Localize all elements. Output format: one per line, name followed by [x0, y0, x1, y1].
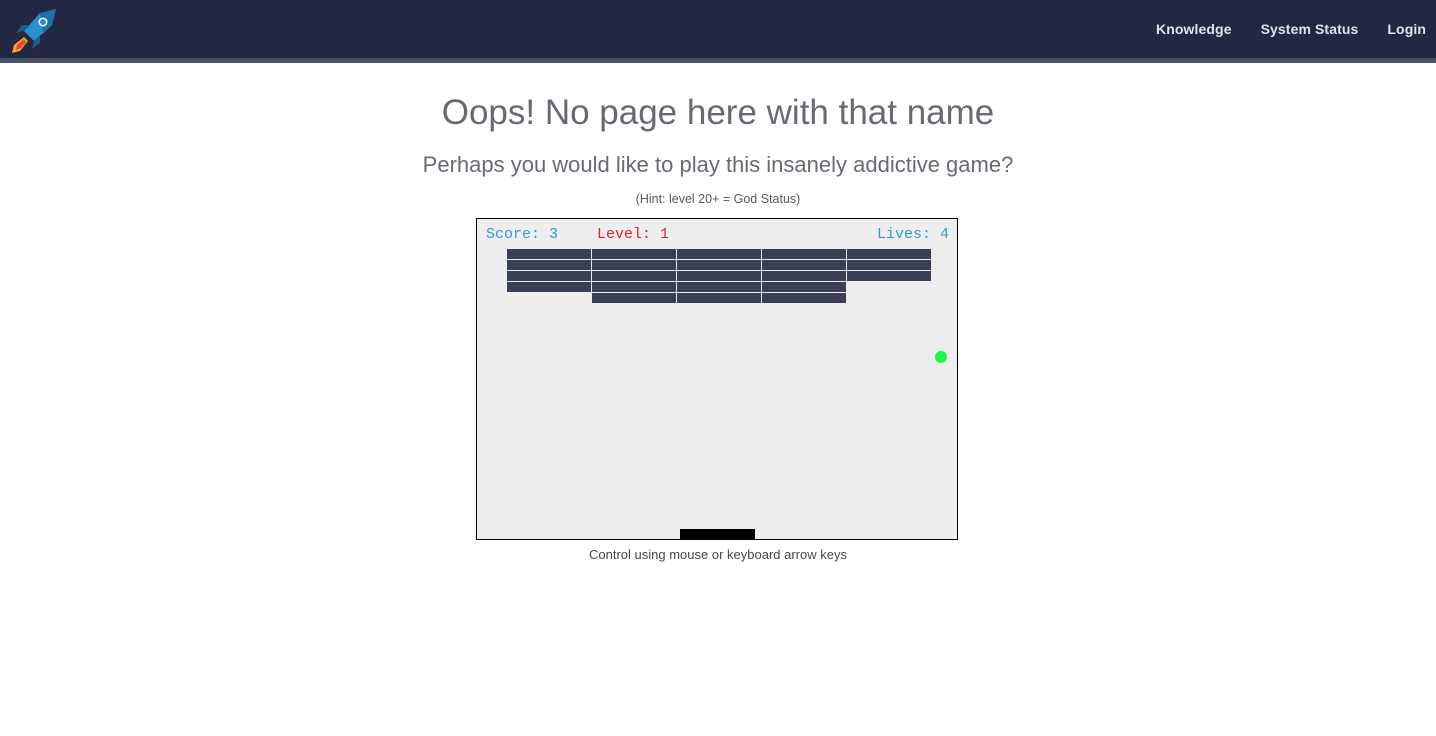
- brick: [677, 249, 761, 259]
- brick: [677, 260, 761, 270]
- top-navbar: Knowledge System Status Login: [0, 0, 1436, 63]
- rocket-logo-icon[interactable]: [10, 7, 60, 55]
- brick: [592, 271, 676, 281]
- brick: [592, 293, 676, 303]
- brick: [507, 249, 591, 259]
- brick: [762, 249, 846, 259]
- brick: [847, 249, 931, 259]
- page-title: Oops! No page here with that name: [441, 93, 995, 132]
- game-ball: [935, 351, 947, 363]
- brick: [592, 260, 676, 270]
- brick: [762, 293, 846, 303]
- brick: [677, 293, 761, 303]
- brick: [762, 260, 846, 270]
- breakout-game-canvas[interactable]: Score: 3 Level: 1 Lives: 4: [476, 218, 958, 540]
- brick: [847, 260, 931, 270]
- brick: [677, 282, 761, 292]
- brick: [592, 249, 676, 259]
- brick: [762, 282, 846, 292]
- brick: [507, 271, 591, 281]
- level-label: Level: 1: [597, 226, 670, 243]
- nav-system-status-link[interactable]: System Status: [1261, 21, 1359, 37]
- brick: [507, 260, 591, 270]
- brick: [507, 282, 591, 292]
- lives-label: Lives: 4: [876, 226, 949, 243]
- brick: [592, 282, 676, 292]
- main-content: Oops! No page here with that name Perhap…: [0, 63, 1436, 207]
- brick: [762, 271, 846, 281]
- game-paddle[interactable]: [680, 529, 755, 539]
- nav-login-link[interactable]: Login: [1387, 21, 1426, 37]
- brick: [847, 271, 931, 281]
- controls-hint: Control using mouse or keyboard arrow ke…: [589, 547, 847, 562]
- nav-knowledge-link[interactable]: Knowledge: [1156, 21, 1232, 37]
- nav-links: Knowledge System Status Login: [1127, 0, 1426, 58]
- brick: [677, 271, 761, 281]
- page-subtitle: Perhaps you would like to play this insa…: [422, 152, 1014, 177]
- score-label: Score: 3: [486, 226, 559, 243]
- hint-text: (Hint: level 20+ = God Status): [635, 192, 801, 206]
